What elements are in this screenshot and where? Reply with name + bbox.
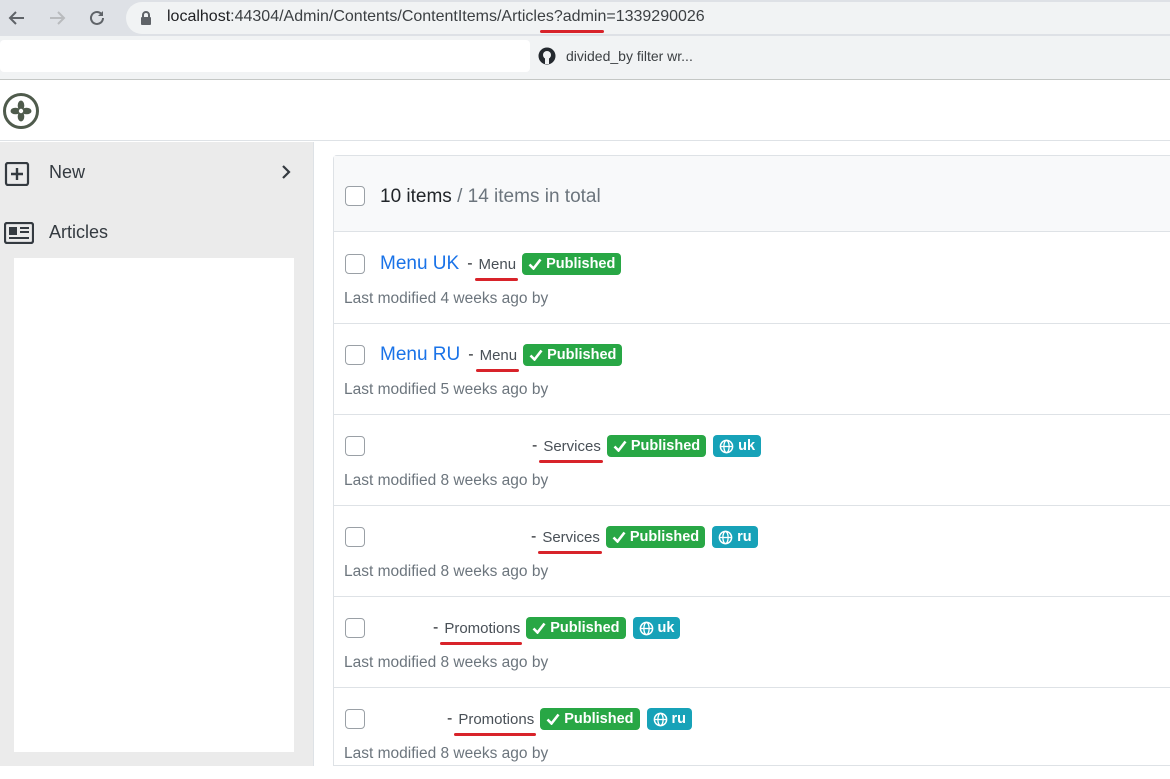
items-count: 10 items / 14 items in total [380, 186, 601, 207]
annotation-underline [539, 459, 603, 463]
annotation-underline [440, 641, 523, 645]
item-meta: Last modified 8 weeks ago by [344, 563, 549, 580]
globe-icon [718, 530, 733, 544]
status-badge: Published [606, 435, 707, 457]
annotation-underline [475, 368, 520, 372]
item-checkbox[interactable] [345, 618, 365, 638]
check-icon [613, 440, 627, 452]
globe-icon [719, 439, 734, 453]
item-meta: Last modified 5 weeks ago by [344, 381, 549, 398]
redacted-area [14, 258, 294, 752]
item-meta: Last modified 4 weeks ago by [344, 290, 549, 307]
forward-button[interactable] [44, 5, 70, 31]
item-checkbox[interactable] [345, 709, 365, 729]
item-title-line: - Services Published ru [523, 526, 765, 554]
annotation-underline [454, 732, 537, 736]
content-type-label: Promotions [454, 711, 537, 736]
list-item: - Promotions Published ru Last modified … [334, 688, 1170, 779]
list-item: Menu UK - Menu Published Last modified 4… [334, 233, 1170, 324]
status-badge: Published [523, 344, 623, 366]
list-item: - Services Published ru Last modified 8 … [334, 506, 1170, 597]
check-icon [546, 713, 560, 725]
arrow-left-icon [8, 11, 24, 25]
content-type-label: Services [539, 438, 603, 463]
item-checkbox[interactable] [345, 254, 365, 274]
bookmark-item[interactable]: divided_by filter wr... [538, 47, 693, 65]
status-badge: Published [522, 253, 622, 275]
check-icon [532, 622, 546, 634]
arrow-right-icon [50, 11, 66, 25]
bookmark-label: divided_by filter wr... [566, 48, 693, 64]
list-header: 10 items / 14 items in total [334, 156, 1170, 232]
annotation-underline [540, 30, 604, 33]
app-header [0, 81, 1170, 141]
item-checkbox[interactable] [345, 436, 365, 456]
redacted-area [0, 40, 530, 72]
annotation-underline [538, 550, 602, 554]
content-type-label: Menu [475, 347, 520, 372]
language-badge: uk [632, 617, 681, 639]
status-badge: Published [540, 708, 640, 730]
lock-icon [141, 11, 151, 25]
check-icon [528, 258, 542, 270]
item-meta: Last modified 8 weeks ago by [344, 472, 549, 489]
sidebar-item-label: New [49, 161, 86, 182]
item-title-line: Menu UK - Menu Published [380, 253, 628, 281]
item-checkbox[interactable] [345, 345, 365, 365]
reload-icon [90, 10, 104, 25]
item-meta: Last modified 8 weeks ago by [344, 745, 549, 762]
item-meta: Last modified 8 weeks ago by [344, 654, 549, 671]
sidebar-item-new[interactable]: New [0, 144, 314, 200]
back-button[interactable] [4, 5, 30, 31]
language-badge: uk [713, 435, 762, 457]
item-title-line: - Services Published uk [524, 435, 768, 463]
sidebar-item-label: Articles [49, 221, 109, 242]
language-badge: ru [646, 708, 692, 730]
item-checkbox[interactable] [345, 527, 365, 547]
browser-toolbar: localhost:44304/Admin/Contents/ContentIt… [0, 0, 1170, 36]
content-items-list: 10 items / 14 items in total Menu UK - M… [333, 155, 1170, 766]
plus-square-icon [4, 162, 30, 186]
leaf-logo-icon [10, 100, 32, 122]
globe-icon [653, 712, 667, 726]
annotation-underline [474, 277, 519, 281]
newspaper-icon [4, 222, 34, 244]
reload-button[interactable] [84, 5, 110, 31]
list-item: - Services Published uk Last modified 8 … [334, 415, 1170, 506]
chevron-right-icon [282, 165, 291, 179]
address-bar[interactable]: localhost:44304/Admin/Contents/ContentIt… [126, 2, 1170, 34]
bookmarks-bar: divided_by filter wr... [0, 36, 1170, 80]
content-type-label: Promotions [440, 620, 523, 645]
check-icon [529, 349, 543, 361]
status-badge: Published [526, 617, 626, 639]
item-title-link[interactable]: Menu UK [380, 253, 459, 275]
item-title-link[interactable]: Menu RU [380, 344, 460, 366]
url-text: localhost:44304/Admin/Contents/ContentIt… [167, 8, 705, 25]
content-type-label: Services [538, 529, 602, 554]
item-title-line: Menu RU - Menu Published [380, 344, 629, 372]
sidebar-item-articles[interactable]: Articles [0, 204, 314, 260]
list-item: Menu RU - Menu Published Last modified 5… [334, 324, 1170, 415]
globe-icon [639, 621, 653, 635]
status-badge: Published [605, 526, 706, 548]
orchard-logo[interactable] [3, 93, 39, 129]
admin-sidebar: New Articles [0, 142, 314, 766]
item-title-line: - Promotions Published uk [425, 617, 687, 645]
content-type-label: Menu [474, 256, 519, 281]
check-icon [612, 531, 626, 543]
github-icon [538, 47, 556, 65]
item-title-line: - Promotions Published ru [439, 708, 699, 736]
select-all-checkbox[interactable] [345, 186, 365, 206]
language-badge: ru [712, 526, 758, 548]
list-item: - Promotions Published uk Last modified … [334, 597, 1170, 688]
